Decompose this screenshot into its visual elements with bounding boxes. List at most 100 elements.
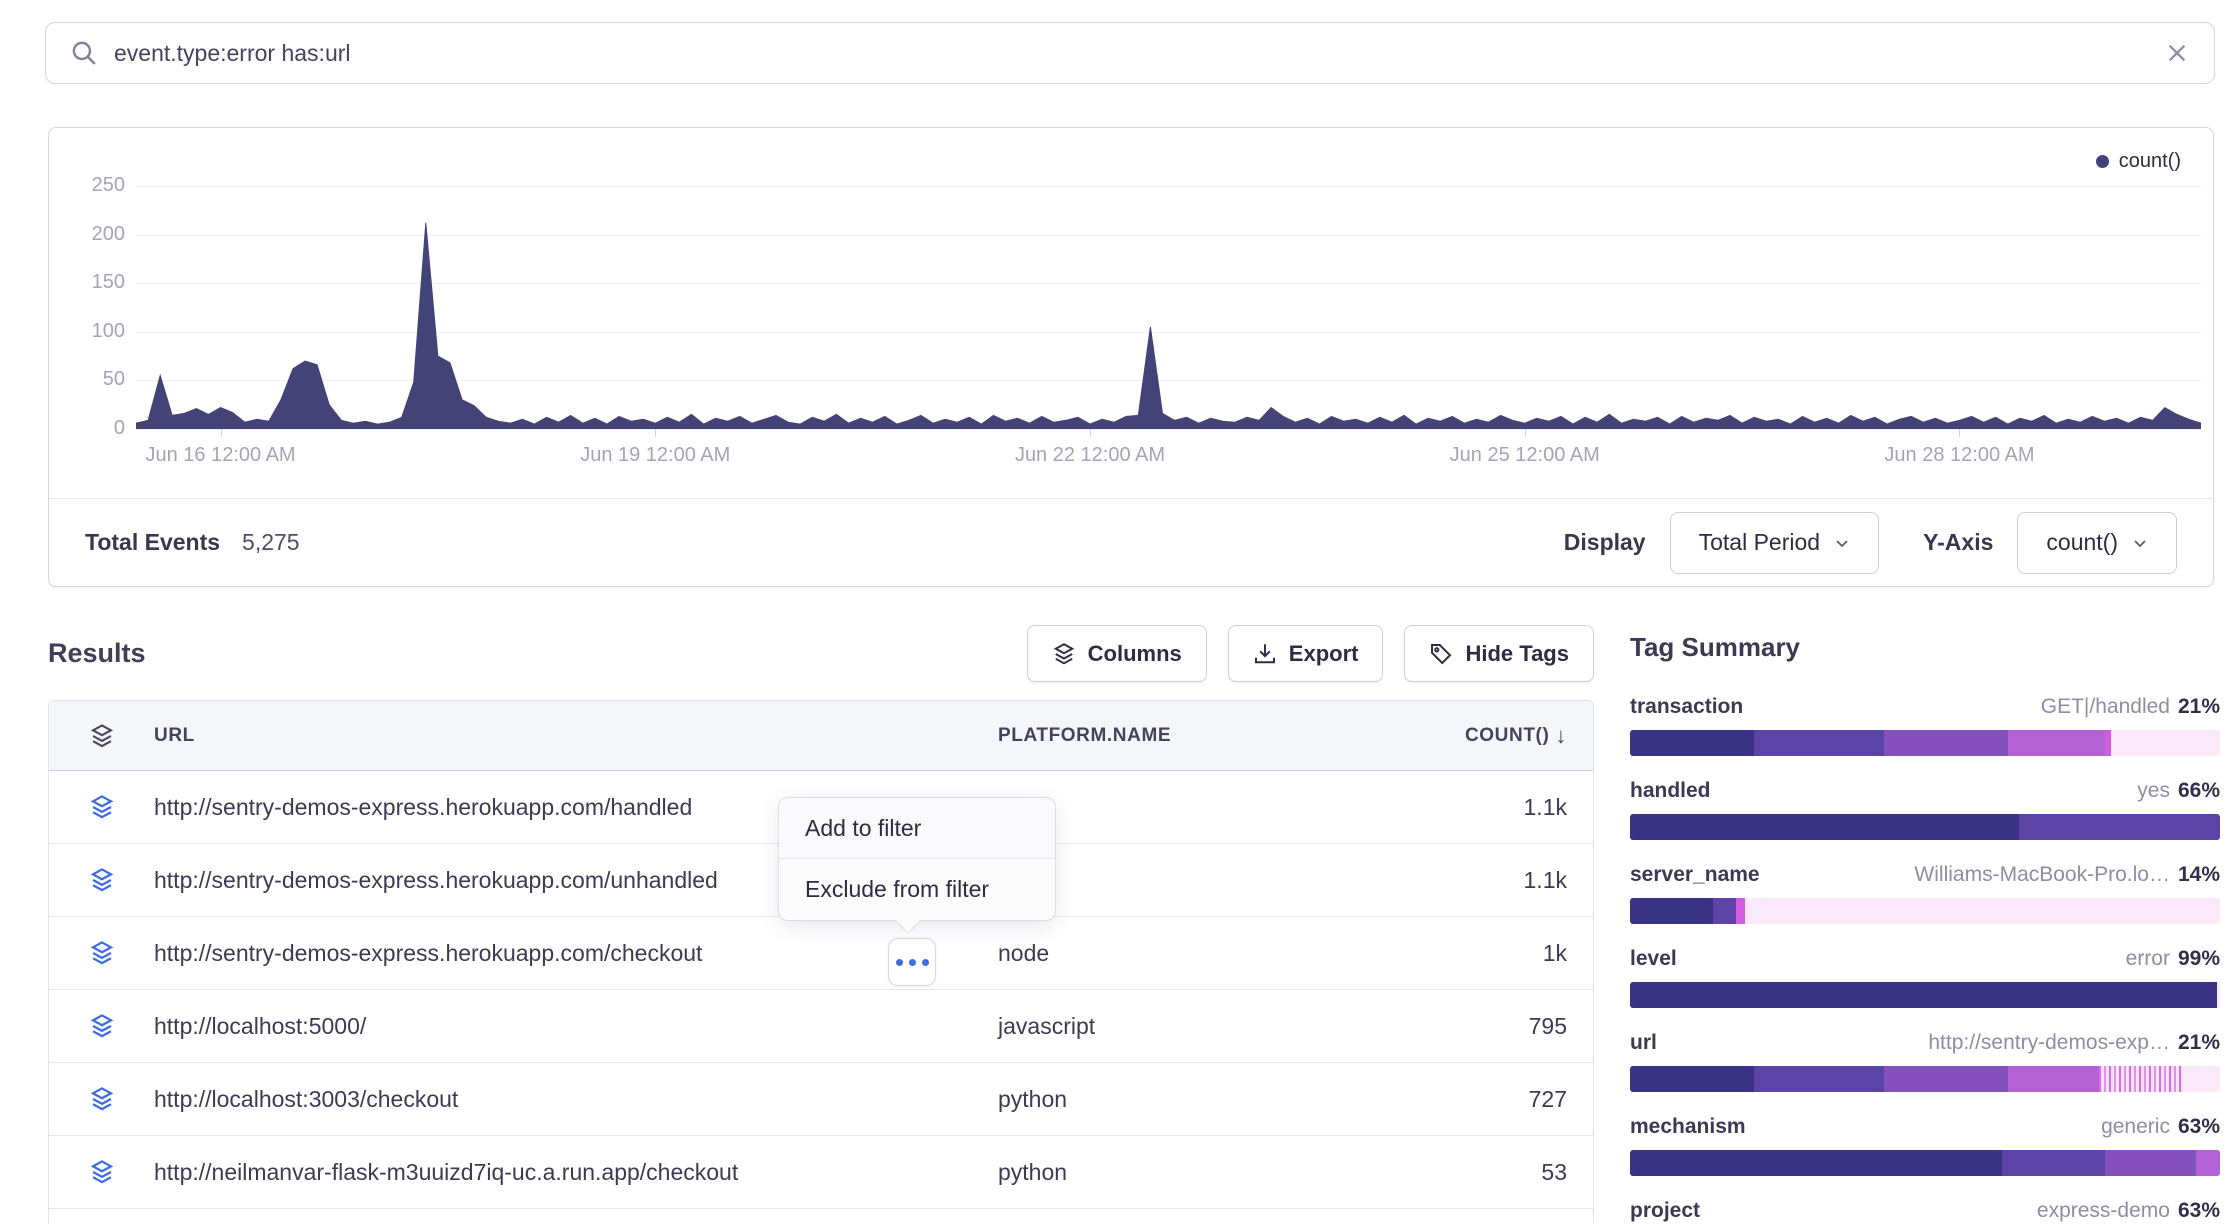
tag-bar-segment[interactable] — [1630, 1066, 1754, 1092]
tag-bar-segment[interactable] — [2008, 730, 2105, 756]
tag-top-value: generic — [2101, 1115, 2170, 1138]
tag-bar-segment[interactable] — [1630, 1150, 2002, 1176]
platform-cell[interactable]: javascript — [998, 1013, 1438, 1040]
tag-bar-segment[interactable] — [1630, 898, 1713, 924]
hide-tags-button[interactable]: Hide Tags — [1404, 625, 1594, 682]
column-header-url[interactable]: URL — [154, 725, 998, 747]
stack-icon — [1052, 642, 1076, 666]
stack-icon — [89, 867, 115, 893]
x-axis-tick-label: Jun 16 12:00 AM — [101, 444, 341, 467]
stack-icon — [89, 1159, 115, 1185]
yaxis-label: Y-Axis — [1923, 529, 1993, 556]
tag-bar-segment[interactable] — [2008, 1066, 2099, 1092]
url-cell[interactable]: http://sentry-demos-express.herokuapp.co… — [154, 940, 998, 967]
tag-bar-segment[interactable] — [1630, 730, 1754, 756]
x-axis-tick-label: Jun 25 12:00 AM — [1405, 444, 1645, 467]
tag-bar-segment[interactable] — [2105, 1150, 2196, 1176]
stack-icon — [89, 1086, 115, 1112]
tag-bar-segment[interactable] — [2099, 1066, 2182, 1092]
discover-page: event.type:error has:url count() 0501001… — [0, 0, 2234, 1224]
row-type-icon — [49, 940, 154, 966]
row-type-icon — [49, 1159, 154, 1185]
chart-legend[interactable]: count() — [2096, 150, 2181, 173]
table-row[interactable]: http://localhost:5000/javascript795 — [49, 990, 1593, 1063]
column-header-platform[interactable]: PLATFORM.NAME — [998, 725, 1438, 747]
count-cell[interactable]: 1.1k — [1438, 867, 1593, 894]
tag-summary-title: Tag Summary — [1630, 632, 2220, 663]
tag-summary-row: levelerror99% — [1630, 947, 2220, 1008]
tag-bar-segment[interactable] — [1630, 982, 2217, 1008]
search-query[interactable]: event.type:error has:url — [114, 40, 2164, 67]
tag-bar-segment[interactable] — [2182, 1066, 2220, 1092]
display-label: Display — [1564, 529, 1646, 556]
count-cell[interactable]: 727 — [1438, 1086, 1593, 1113]
tag-top-percentage: 14% — [2178, 863, 2220, 886]
x-axis-tick-label: Jun 28 12:00 AM — [1839, 444, 2079, 467]
export-button[interactable]: Export — [1228, 625, 1384, 682]
legend-series-dot — [2096, 155, 2109, 168]
table-row[interactable]: http://sentry-demos-express.herokuapp.co… — [49, 917, 1593, 990]
tag-distribution-bar[interactable] — [1630, 1150, 2220, 1176]
tag-distribution-bar[interactable] — [1630, 730, 2220, 756]
tag-bar-segment[interactable] — [1884, 1066, 2008, 1092]
tag-bar-segment[interactable] — [2196, 1150, 2220, 1176]
tag-distribution-bar[interactable] — [1630, 898, 2220, 924]
menu-item-add-to-filter[interactable]: Add to filter — [779, 798, 1055, 859]
tag-summary-row: urlhttp://sentry-demos-exp…21% — [1630, 1031, 2220, 1092]
tag-bar-segment[interactable] — [1754, 1066, 1884, 1092]
tag-bar-segment[interactable] — [2002, 1150, 2105, 1176]
count-cell[interactable]: 53 — [1438, 1159, 1593, 1186]
tag-bar-segment[interactable] — [1736, 898, 1745, 924]
search-bar[interactable]: event.type:error has:url — [45, 22, 2215, 84]
count-cell[interactable]: 795 — [1438, 1013, 1593, 1040]
table-row[interactable]: http://neilmanvar-flask-m3uuizd7iq-uc.a.… — [49, 1136, 1593, 1209]
tag-distribution-bar[interactable] — [1630, 982, 2220, 1008]
x-axis-tick — [1525, 429, 1526, 437]
results-title: Results — [48, 638, 146, 669]
url-cell[interactable]: http://localhost:3003/checkout — [154, 1086, 998, 1113]
tag-bar-segment[interactable] — [1713, 898, 1737, 924]
tag-bar-segment[interactable] — [1754, 730, 1884, 756]
yaxis-dropdown[interactable]: count() — [2017, 512, 2177, 574]
platform-cell[interactable]: python — [998, 1159, 1438, 1186]
column-header-count[interactable]: COUNT() ↓ — [1438, 723, 1593, 749]
tag-bar-segment[interactable] — [2217, 982, 2220, 1008]
url-cell[interactable]: http://neilmanvar-flask-m3uuizd7iq-uc.a.… — [154, 1159, 998, 1186]
tag-bar-segment[interactable] — [2111, 730, 2220, 756]
y-axis-tick-label: 150 — [49, 271, 125, 294]
tag-bar-segment[interactable] — [1630, 814, 2019, 840]
x-axis-tick — [1959, 429, 1960, 437]
column-type-icon — [49, 723, 154, 749]
y-axis-tick-label: 50 — [49, 368, 125, 391]
count-cell[interactable]: 1.1k — [1438, 794, 1593, 821]
platform-cell[interactable]: node — [998, 940, 1438, 967]
chevron-down-icon — [1834, 535, 1850, 551]
tag-top-value: express-demo — [2037, 1199, 2170, 1222]
table-row[interactable]: http://localhost:3003/checkoutpython727 — [49, 1063, 1593, 1136]
tag-distribution-bar[interactable] — [1630, 814, 2220, 840]
count-cell[interactable]: 1k — [1438, 940, 1593, 967]
tag-summary-panel: Tag Summary transactionGET|/handled21% ha… — [1630, 632, 2220, 1224]
y-axis-tick-label: 100 — [49, 320, 125, 343]
x-axis-tick-label: Jun 22 12:00 AM — [970, 444, 1210, 467]
menu-item-exclude-from-filter[interactable]: Exclude from filter — [779, 859, 1055, 920]
tag-name: handled — [1630, 779, 1711, 803]
tag-top-value: error — [2126, 947, 2170, 970]
cell-actions-ellipsis-button[interactable] — [888, 938, 936, 986]
tag-top-percentage: 21% — [2178, 695, 2220, 718]
y-axis-tick-label: 250 — [49, 174, 125, 197]
x-axis-tick-label: Jun 19 12:00 AM — [535, 444, 775, 467]
columns-button[interactable]: Columns — [1027, 625, 1207, 682]
platform-cell[interactable]: python — [998, 1086, 1438, 1113]
tag-distribution-bar[interactable] — [1630, 1066, 2220, 1092]
tag-bar-segment[interactable] — [1745, 898, 2220, 924]
results-header: Results Columns Export Hide Tags — [48, 625, 1594, 682]
url-cell[interactable]: http://localhost:5000/ — [154, 1013, 998, 1040]
tag-bar-segment[interactable] — [1884, 730, 2008, 756]
tag-name: mechanism — [1630, 1115, 1746, 1139]
display-dropdown[interactable]: Total Period — [1670, 512, 1879, 574]
tag-name: project — [1630, 1199, 1700, 1223]
clear-search-icon[interactable] — [2164, 40, 2190, 66]
tag-bar-segment[interactable] — [2019, 814, 2220, 840]
tag-summary-row: transactionGET|/handled21% — [1630, 695, 2220, 756]
